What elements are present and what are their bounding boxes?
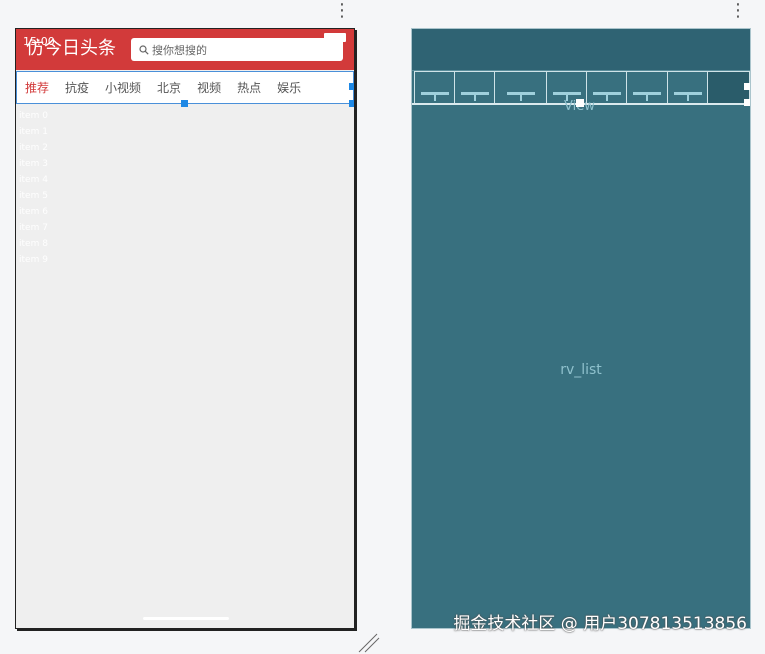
tab-item[interactable]: 小视频: [105, 79, 141, 96]
search-input[interactable]: 搜你想搜的: [131, 38, 343, 61]
list-item: item 4: [19, 175, 48, 185]
tab-item[interactable]: 娱乐: [277, 79, 301, 96]
search-placeholder: 搜你想搜的: [152, 43, 207, 57]
tab-item[interactable]: 视频: [197, 79, 221, 96]
list-item: item 7: [19, 223, 48, 233]
watermark: 掘金技术社区 @ 用户307813513856: [453, 614, 747, 634]
blueprint-tab-cell: [668, 72, 708, 103]
list-item: item 8: [19, 239, 48, 249]
selection-handle[interactable]: [181, 100, 188, 107]
blueprint-toolbar: [412, 29, 750, 71]
more-vert-icon[interactable]: ⋮: [333, 2, 351, 20]
tab-item[interactable]: 北京: [157, 79, 181, 96]
blueprint-tab-cell: [495, 72, 547, 103]
blueprint-tab-cell: [708, 72, 749, 103]
selection-handle[interactable]: [744, 99, 750, 106]
tab-item[interactable]: 热点: [237, 79, 261, 96]
item-list: item 0 item 1 item 2 item 3 item 4 item …: [19, 108, 48, 268]
list-item: item 1: [19, 127, 48, 137]
list-item: item 6: [19, 207, 48, 217]
list-item: item 3: [19, 159, 48, 169]
list-item: item 0: [19, 111, 48, 121]
blueprint-tab-cell: [455, 72, 495, 103]
app-header: 仿今日头条 15:00 搜你想搜的: [16, 29, 354, 70]
resize-grip-icon[interactable]: [358, 632, 380, 654]
selection-handle[interactable]: [576, 99, 584, 107]
blueprint-preview[interactable]: View rv_list: [411, 28, 751, 629]
list-item: item 5: [19, 191, 48, 201]
home-indicator: [143, 617, 229, 620]
design-preview[interactable]: 仿今日头条 15:00 搜你想搜的 推荐 抗疫 小视频 北京 视频 热点 娱乐 …: [15, 28, 355, 629]
selection-handle[interactable]: [744, 83, 750, 90]
list-item: item 9: [19, 255, 48, 265]
selection-handle[interactable]: [349, 100, 354, 107]
selection-handle[interactable]: [349, 83, 354, 90]
list-item: item 2: [19, 143, 48, 153]
tab-item[interactable]: 推荐: [25, 79, 49, 96]
recyclerview-label: rv_list: [560, 362, 602, 378]
search-icon: [139, 44, 149, 55]
blueprint-tab-cell: [415, 72, 455, 103]
blueprint-tab-cell: [627, 72, 668, 103]
more-vert-icon[interactable]: ⋮: [729, 2, 747, 20]
tab-item[interactable]: 抗疫: [65, 79, 89, 96]
status-time: 15:00: [23, 35, 55, 48]
